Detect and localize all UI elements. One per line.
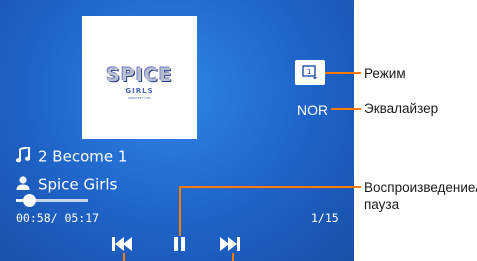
player-screen: SPICE GIRLS GREATEST HITS 1 NOR 2 Become…	[0, 0, 354, 261]
mode-callout-line	[325, 72, 361, 74]
mode-callout-label: Режим	[364, 66, 406, 81]
album-logo-caption: GREATEST HITS	[127, 96, 152, 100]
next-button[interactable]	[220, 236, 242, 256]
track-title: 2 Become 1	[38, 147, 128, 166]
skip-next-icon	[220, 237, 240, 251]
pause-icon	[174, 237, 185, 251]
track-artist-row: Spice Girls	[16, 175, 117, 195]
elapsed-total-time: 00:58/ 05:17	[16, 211, 100, 225]
next-callout-stub	[232, 253, 234, 261]
play-pause-callout-label-line1: Воспроизведение/	[364, 180, 477, 195]
skip-previous-icon	[112, 237, 132, 251]
progress-handle[interactable]	[23, 194, 37, 207]
play-pause-callout-label-line2: пауза	[364, 197, 400, 212]
music-note-icon	[16, 145, 38, 167]
track-artist: Spice Girls	[38, 175, 118, 194]
track-counter: 1/15	[311, 211, 339, 225]
progress-bar[interactable]	[16, 194, 88, 207]
equalizer-callout-line	[331, 108, 361, 110]
pause-button[interactable]	[173, 236, 187, 256]
svg-text:1: 1	[307, 68, 311, 76]
track-title-row: 2 Become 1	[16, 145, 128, 167]
album-art: SPICE GIRLS GREATEST HITS	[82, 16, 197, 139]
album-logo-text: SPICE	[106, 64, 173, 86]
play-pause-callout-drop	[179, 186, 181, 236]
album-logo-subtext: GIRLS	[125, 87, 154, 95]
previous-callout-stub	[123, 253, 125, 261]
play-pause-callout-line	[180, 186, 361, 188]
equalizer-value[interactable]: NOR	[297, 102, 328, 118]
person-icon	[16, 175, 38, 195]
repeat-one-icon: 1	[302, 65, 317, 80]
mode-button[interactable]: 1	[295, 60, 325, 85]
equalizer-callout-label: Эквалайзер	[364, 101, 439, 116]
